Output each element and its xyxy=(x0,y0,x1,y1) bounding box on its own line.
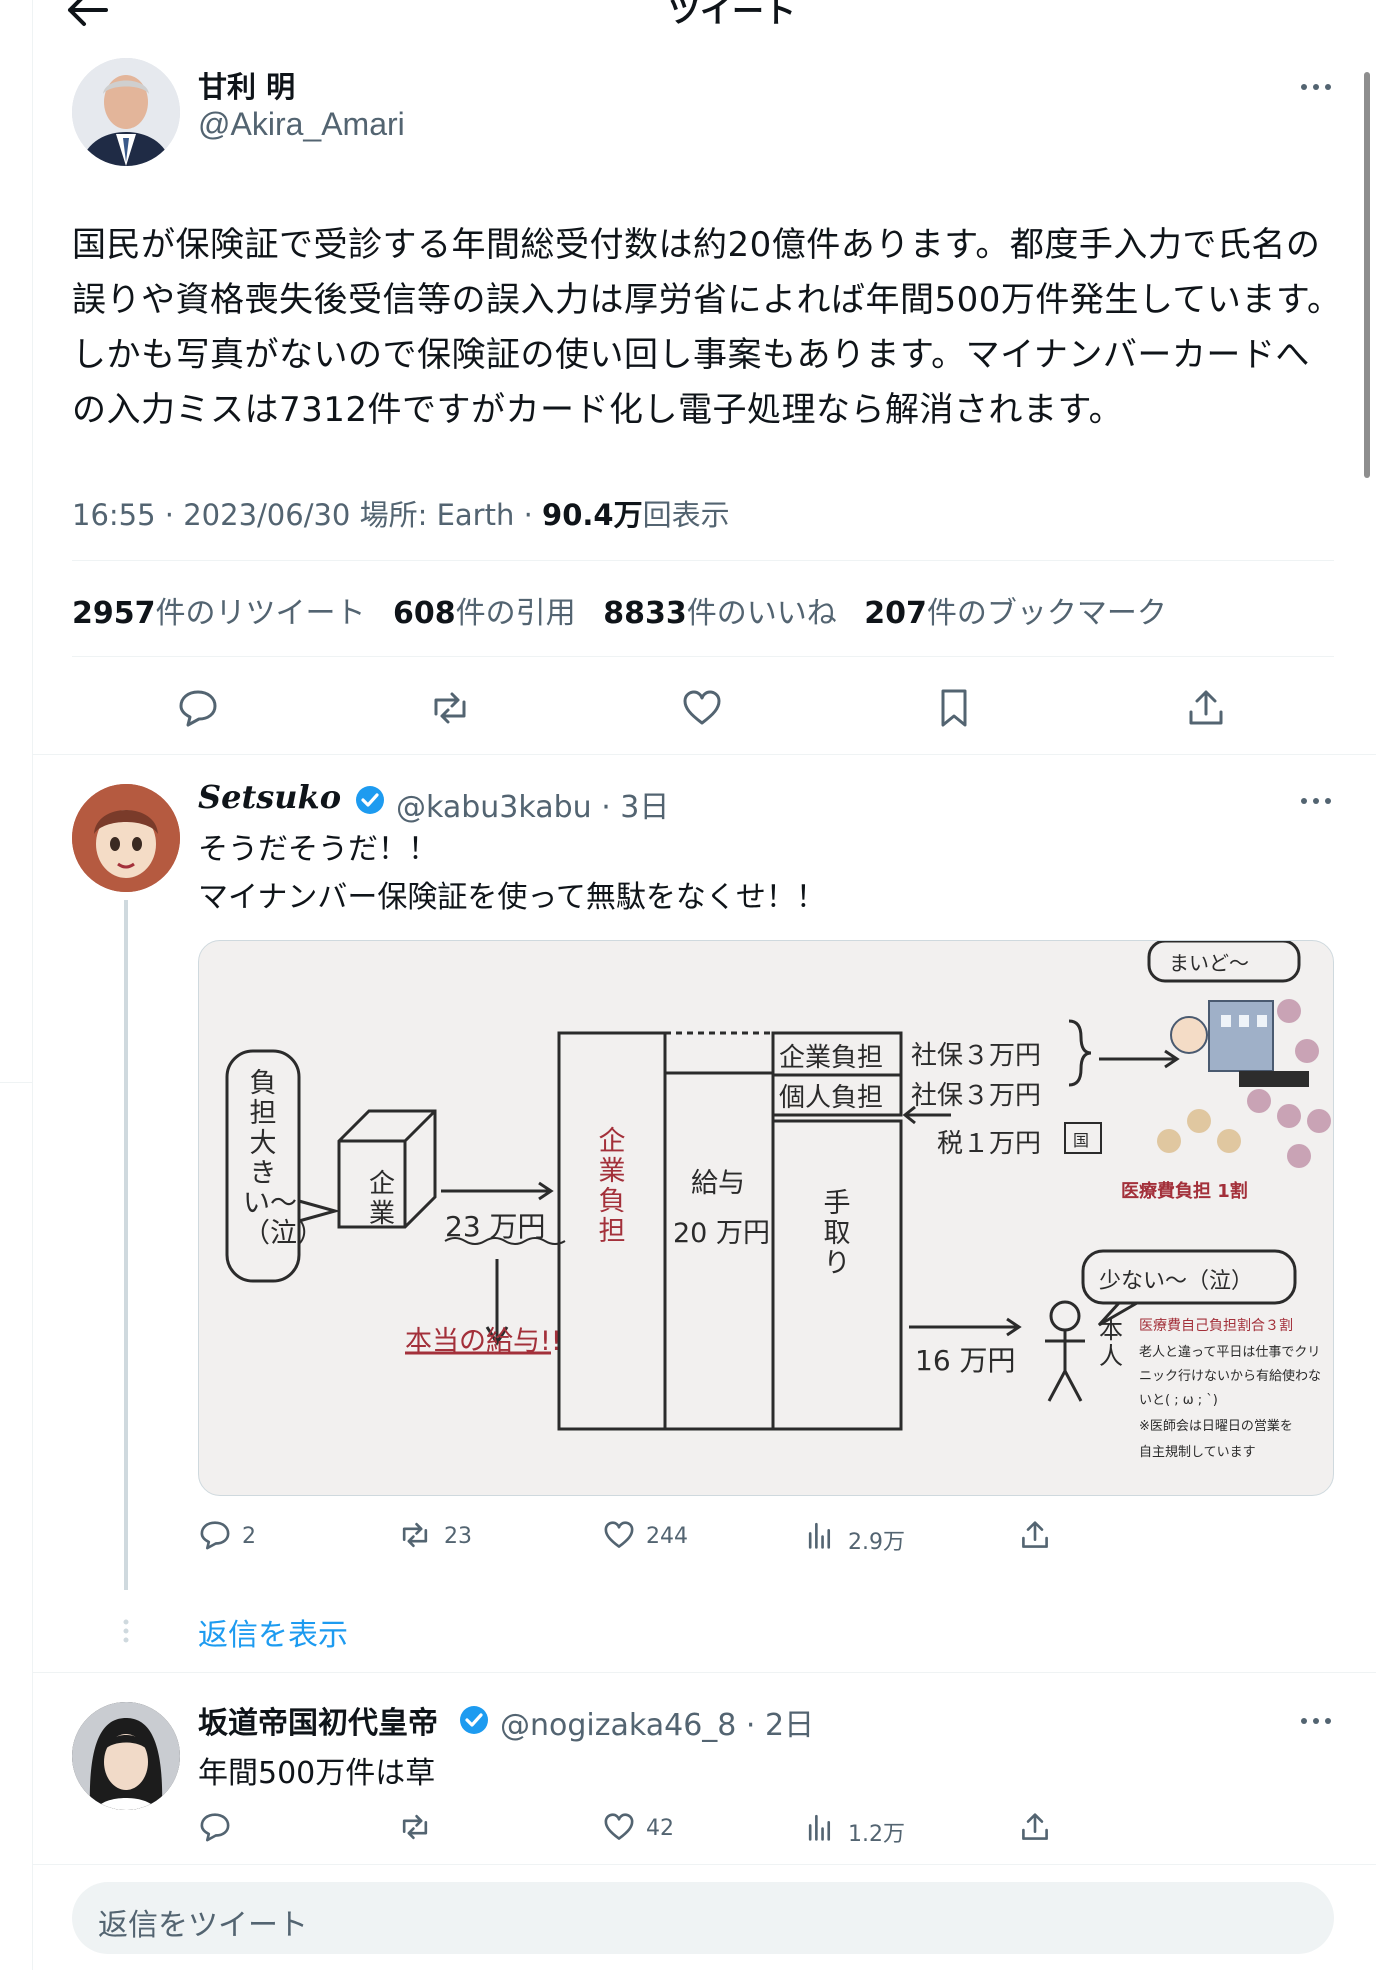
views-icon[interactable] xyxy=(804,1810,838,1844)
more-options-icon[interactable] xyxy=(1296,794,1336,808)
quotes-count[interactable]: 608 xyxy=(393,596,456,631)
author-avatar[interactable] xyxy=(72,58,180,166)
views-icon[interactable] xyxy=(804,1518,838,1552)
diagram-maido: まいど〜 xyxy=(1169,951,1249,975)
quotes-label[interactable]: 件の引用 xyxy=(456,596,576,631)
divider xyxy=(32,1672,1376,1673)
reply-icon[interactable] xyxy=(176,686,220,730)
retweet-icon[interactable] xyxy=(398,1518,432,1552)
verified-badge-icon xyxy=(356,786,384,814)
diagram-amount-16: 16 万円 xyxy=(915,1344,1016,1377)
diagram-real-salary: 本当の給与!! xyxy=(405,1326,562,1357)
show-replies-link[interactable]: 返信を表示 xyxy=(198,1610,348,1654)
timestamp-location[interactable]: 16:55 · 2023/06/30 場所: Earth · xyxy=(72,498,542,532)
diagram-company: 企業 xyxy=(368,1169,395,1229)
reply-author-name[interactable]: Setsuko xyxy=(198,778,341,816)
engagement-stats: 2957件のリツイート 608件の引用 8833件のいいね 207件のブックマー… xyxy=(72,588,1185,632)
bookmark-icon[interactable] xyxy=(932,686,976,730)
like-icon[interactable] xyxy=(602,1810,636,1844)
diagram-note: ※医師会は日曜日の営業を xyxy=(1139,1419,1293,1434)
diagram-indiv-burden-box: 個人負担 xyxy=(779,1083,884,1113)
attached-image[interactable]: 負担大きい〜（泣） 企業 23 万円 本当の給与!! 企業負担 給与 20 万円… xyxy=(198,940,1334,1496)
more-options-icon[interactable] xyxy=(1296,1714,1336,1728)
diagram-shaho-2: 社保３万円 xyxy=(911,1081,1042,1111)
reply-count[interactable]: 2 xyxy=(242,1524,256,1549)
retweet-count[interactable]: 23 xyxy=(444,1524,472,1549)
reply-author-name[interactable]: 坂道帝国初代皇帝 xyxy=(198,1698,438,1742)
likes-count[interactable]: 8833 xyxy=(603,596,687,631)
retweet-icon[interactable] xyxy=(428,686,472,730)
retweets-label[interactable]: 件のリツイート xyxy=(156,596,366,631)
like-count[interactable]: 42 xyxy=(646,1816,674,1841)
diagram-amount-23: 23 万円 xyxy=(445,1210,546,1243)
diagram-medical-3: 医療費自己負担割合３割 xyxy=(1139,1318,1293,1334)
bookmarks-count[interactable]: 207 xyxy=(864,596,927,631)
like-count[interactable]: 244 xyxy=(646,1524,688,1549)
author-handle[interactable]: @Akira_Amari xyxy=(198,106,405,143)
divider xyxy=(72,656,1334,657)
tweet-meta: 16:55 · 2023/06/30 場所: Earth · 90.4万回表示 xyxy=(72,492,730,534)
divider xyxy=(32,754,1376,755)
compose-placeholder[interactable]: 返信をツイート xyxy=(98,1900,308,1944)
views-count[interactable]: 1.2万 xyxy=(848,1816,905,1848)
bookmarks-label[interactable]: 件のブックマーク xyxy=(927,596,1167,631)
diagram-note: ニック行けないから有給使わな xyxy=(1139,1369,1322,1384)
diagram-sukunai: 少ない〜（泣） xyxy=(1099,1269,1254,1294)
left-divider xyxy=(0,1082,32,1083)
views-count[interactable]: 2.9万 xyxy=(848,1524,905,1556)
diagram-corp-burden-box: 企業負担 xyxy=(779,1043,884,1073)
reply-handle-time[interactable]: @nogizaka46_8 · 2日 xyxy=(500,1700,814,1744)
back-arrow-icon[interactable] xyxy=(62,0,112,30)
more-options-icon[interactable] xyxy=(1296,80,1336,94)
views-label: 回表示 xyxy=(642,498,730,532)
likes-label[interactable]: 件のいいね xyxy=(687,596,837,631)
author-name[interactable]: 甘利 明 xyxy=(198,64,295,106)
diagram-tax: 税１万円 xyxy=(937,1129,1042,1159)
views-count: 90.4万 xyxy=(542,498,643,532)
reply-compose-box[interactable]: 返信をツイート xyxy=(72,1882,1334,1954)
page-title: ツイート xyxy=(667,0,796,30)
reply-avatar[interactable] xyxy=(72,784,180,892)
retweet-icon[interactable] xyxy=(398,1810,432,1844)
thread-line xyxy=(124,900,128,1590)
share-icon[interactable] xyxy=(1184,686,1228,730)
verified-badge-icon xyxy=(460,1706,488,1734)
reply-icon[interactable] xyxy=(198,1810,232,1844)
divider xyxy=(32,1864,1376,1865)
diagram-note: 老人と違って平日は仕事でクリ xyxy=(1139,1345,1321,1360)
scrollbar[interactable] xyxy=(1364,72,1370,478)
diagram-note: 自主規制しています xyxy=(1139,1445,1256,1460)
diagram-salary-amount: 20 万円 xyxy=(673,1218,770,1249)
reply-text: 年間500万件は草 xyxy=(198,1756,436,1791)
reply-text: そうだそうだ！！ マイナンバー保険証を使って無駄をなくせ！！ xyxy=(198,826,826,922)
divider xyxy=(72,560,1334,561)
share-icon[interactable] xyxy=(1018,1518,1052,1552)
diagram-shaho-1: 社保３万円 xyxy=(911,1041,1042,1071)
diagram-takehome: 手取り xyxy=(823,1188,851,1279)
reply-avatar[interactable] xyxy=(72,1702,180,1810)
diagram-koku: 国 xyxy=(1073,1131,1090,1150)
diagram-salary-label: 給与 xyxy=(691,1168,745,1199)
reply-text-line: そうだそうだ！！ xyxy=(198,832,438,867)
tweet-text: 国民が保険証で受診する年間総受付数は約20億件あります。都度手入力で氏名の誤りや… xyxy=(72,225,1342,430)
retweets-count[interactable]: 2957 xyxy=(72,596,156,631)
top-bar: ツイート xyxy=(32,0,1376,36)
like-icon[interactable] xyxy=(680,686,724,730)
diagram-bubble-left: 負担大きい〜（泣） xyxy=(243,1068,324,1249)
share-icon[interactable] xyxy=(1018,1810,1052,1844)
reply-text-line: マイナンバー保険証を使って無駄をなくせ！！ xyxy=(198,880,826,915)
diagram-company-burden: 企業負担 xyxy=(598,1126,626,1247)
diagram-note: いと( ; ω ; `) xyxy=(1139,1393,1218,1408)
reply-handle-time[interactable]: @kabu3kabu · 3日 xyxy=(396,782,669,826)
diagram-honnin: 本人 xyxy=(1099,1316,1123,1370)
like-icon[interactable] xyxy=(602,1518,636,1552)
reply-icon[interactable] xyxy=(198,1518,232,1552)
thread-dots-icon xyxy=(123,1619,129,1643)
diagram-medical-1: 医療費負担 1割 xyxy=(1121,1181,1248,1202)
